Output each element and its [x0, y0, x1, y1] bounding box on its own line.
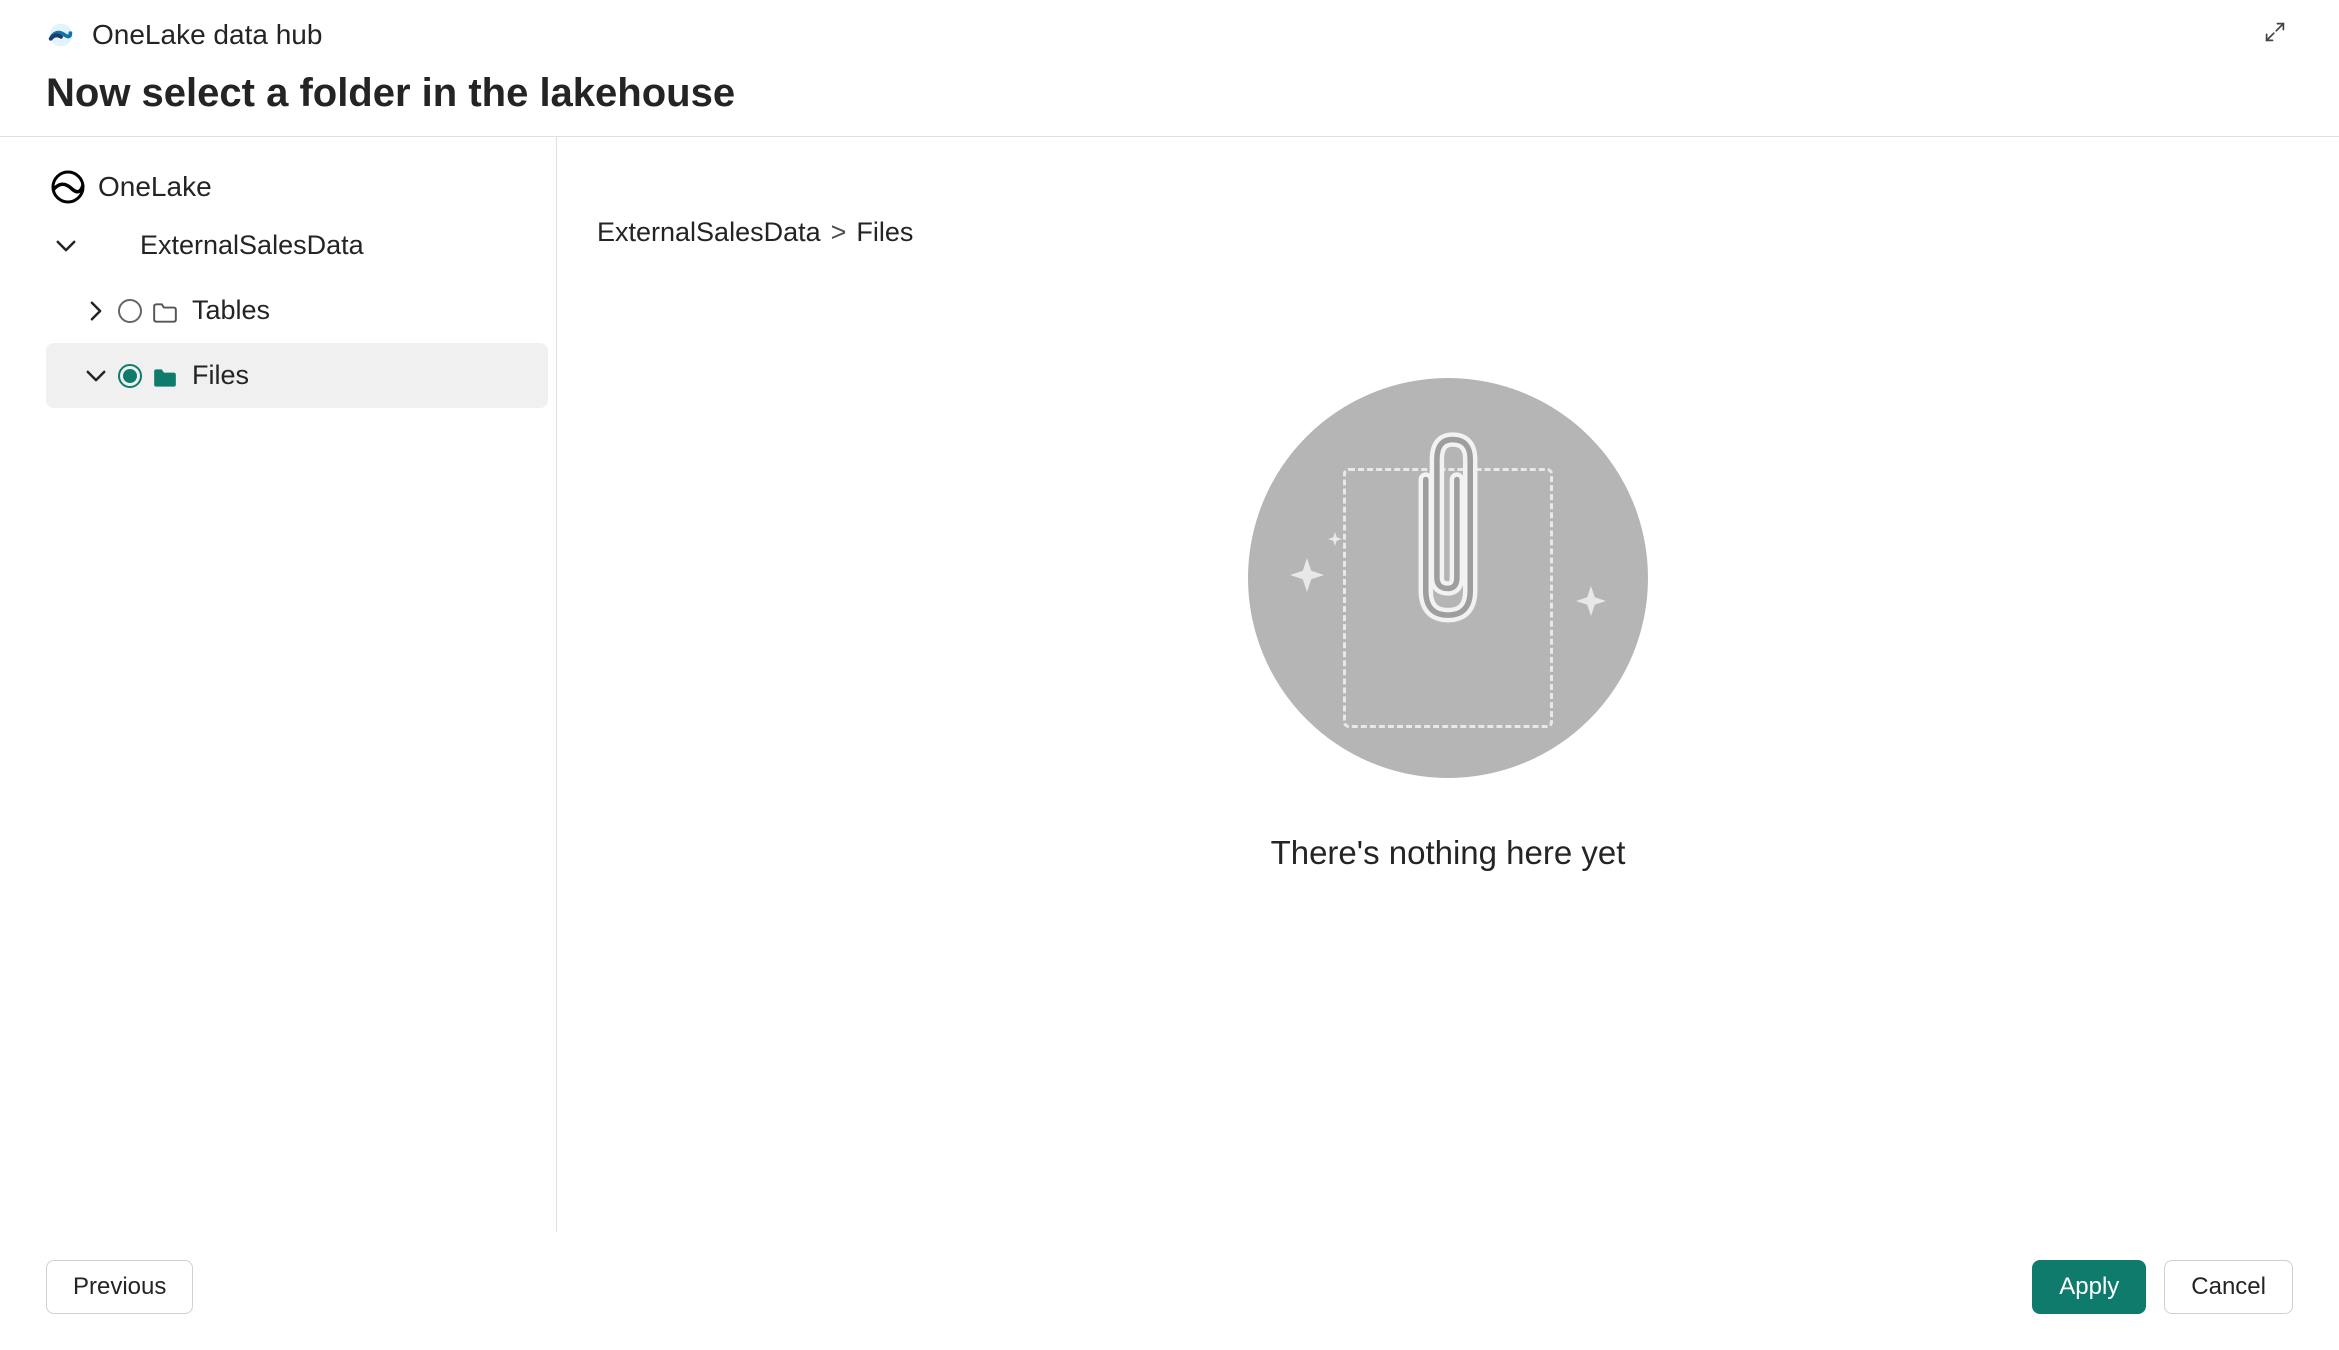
radio-files[interactable] — [118, 364, 142, 388]
chevron-down-icon[interactable] — [80, 365, 112, 387]
expand-icon[interactable] — [2257, 14, 2293, 55]
breadcrumb-separator: > — [831, 217, 847, 248]
folder-icon — [152, 300, 178, 322]
breadcrumb-seg-1[interactable]: Files — [856, 217, 913, 248]
previous-button[interactable]: Previous — [46, 1260, 193, 1314]
empty-state-message: There's nothing here yet — [1271, 834, 1626, 872]
empty-illustration — [1248, 378, 1648, 778]
onelake-logo-icon — [46, 20, 76, 50]
tree-node-files[interactable]: Files — [46, 343, 548, 408]
empty-state: There's nothing here yet — [597, 248, 2299, 1232]
paperclip-icon — [1403, 424, 1493, 629]
tree-label-lakehouse: ExternalSalesData — [140, 230, 364, 261]
onelake-globe-icon — [50, 169, 86, 205]
radio-tables[interactable] — [118, 299, 142, 323]
apply-button[interactable]: Apply — [2032, 1260, 2146, 1314]
content-pane: ExternalSalesData > Files There's nothin… — [557, 137, 2339, 1232]
footer-bar: Previous Apply Cancel — [0, 1232, 2339, 1350]
tree-label-files: Files — [192, 360, 249, 391]
breadcrumb-seg-0[interactable]: ExternalSalesData — [597, 217, 821, 248]
main-area: OneLake ExternalSalesData Tables — [0, 137, 2339, 1232]
breadcrumb: ExternalSalesData > Files — [597, 217, 2299, 248]
header-bar: OneLake data hub — [0, 0, 2339, 65]
tree-root-onelake[interactable]: OneLake — [0, 161, 556, 213]
chevron-right-icon[interactable] — [80, 300, 112, 322]
cancel-button[interactable]: Cancel — [2164, 1260, 2293, 1314]
folder-filled-icon — [152, 365, 178, 387]
sidebar-tree: OneLake ExternalSalesData Tables — [0, 137, 557, 1232]
tree-root-label: OneLake — [98, 171, 212, 203]
tree-label-tables: Tables — [192, 295, 270, 326]
tree-node-lakehouse[interactable]: ExternalSalesData — [0, 213, 556, 278]
page-title-row: Now select a folder in the lakehouse — [0, 65, 2339, 136]
page-title: Now select a folder in the lakehouse — [46, 71, 2293, 116]
hub-title: OneLake data hub — [92, 19, 322, 51]
chevron-down-icon[interactable] — [50, 235, 82, 257]
tree-node-tables[interactable]: Tables — [0, 278, 556, 343]
